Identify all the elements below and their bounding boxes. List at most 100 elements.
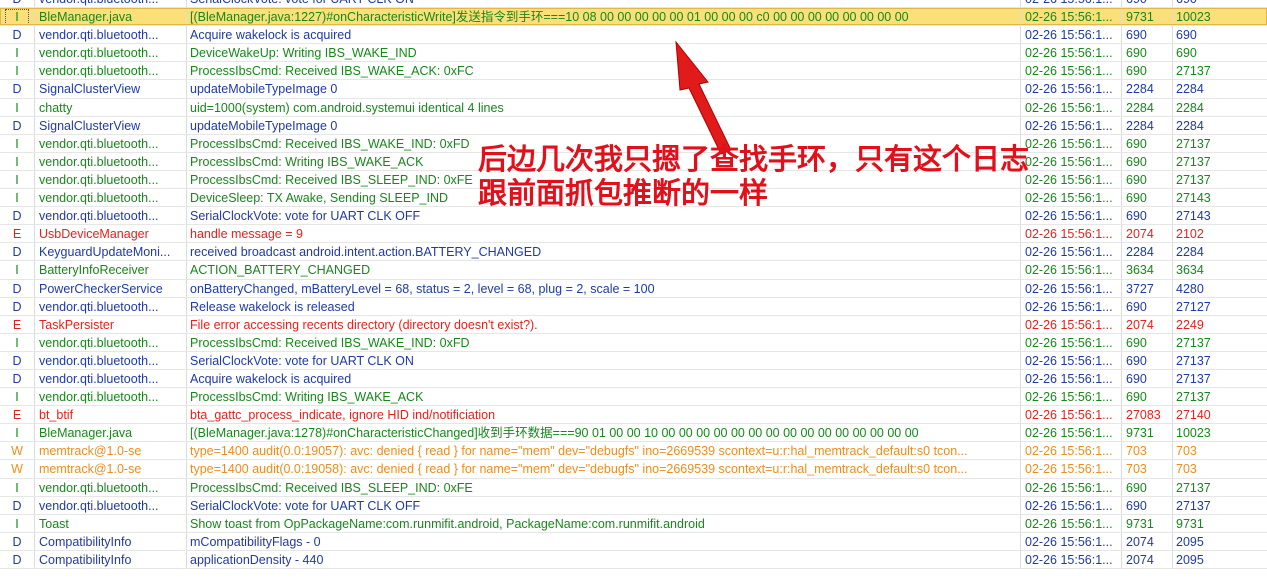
- tag-cell: CompatibilityInfo: [39, 534, 132, 549]
- pid-cell: 703: [1126, 462, 1147, 477]
- message-cell: bta_gattc_process_indicate, ignore HID i…: [190, 408, 496, 423]
- tid-cell: 27137: [1176, 172, 1211, 187]
- column-divider: [1172, 279, 1173, 297]
- log-row[interactable]: Ivendor.qti.bluetooth... ProcessIbsCmd: R…: [0, 333, 1267, 352]
- column-divider: [186, 514, 187, 532]
- column-divider: [1172, 134, 1173, 152]
- time-cell: 02-26 15:56:1...: [1025, 64, 1113, 79]
- log-row[interactable]: Dvendor.qti.bluetooth... SerialClockVote:…: [0, 351, 1267, 370]
- log-row[interactable]: D CompatibilityInfo applicationDensity - 4…: [0, 550, 1267, 569]
- log-row[interactable]: Dvendor.qti.bluetooth... SerialClockVote:…: [0, 0, 1267, 9]
- log-row[interactable]: I Toast Show toast from OpPackageName:com.…: [0, 514, 1267, 533]
- tid-cell: 27137: [1176, 64, 1211, 79]
- message-cell: updateMobileTypeImage 0: [190, 82, 338, 97]
- log-row[interactable]: E TaskPersister File error accessing recen…: [0, 315, 1267, 334]
- column-divider: [1121, 279, 1122, 297]
- log-row[interactable]: D PowerCheckerService onBatteryChanged, mB…: [0, 279, 1267, 298]
- level-cell: E: [12, 317, 22, 332]
- log-row[interactable]: Ebt_btif bta_gattc_process_indicate, igno…: [0, 406, 1267, 425]
- column-divider: [1020, 116, 1021, 134]
- tag-cell: vendor.qti.bluetooth...: [39, 390, 159, 405]
- column-divider: [34, 279, 35, 297]
- column-divider: [186, 442, 187, 460]
- column-divider: [34, 134, 35, 152]
- column-divider: [186, 152, 187, 170]
- level-cell: I: [15, 390, 19, 405]
- column-divider: [1172, 26, 1173, 44]
- level-cell: I: [15, 191, 19, 206]
- log-row[interactable]: Wmemtrack@1.0-se type=1400 audit(0.0:1905…: [0, 442, 1267, 461]
- log-row[interactable]: Ichatty uid=1000(system) com.android.syst…: [0, 98, 1267, 117]
- tid-cell: 2102: [1176, 227, 1204, 242]
- tid-cell: 703: [1176, 462, 1197, 477]
- column-divider: [1172, 388, 1173, 406]
- pid-cell: 690: [1126, 172, 1147, 187]
- log-row[interactable]: Wmemtrack@1.0-se type=1400 audit(0.0:1905…: [0, 460, 1267, 479]
- pid-cell: 2284: [1126, 245, 1154, 260]
- tid-cell: 27137: [1176, 136, 1211, 151]
- column-divider: [1121, 26, 1122, 44]
- tag-cell: SignalClusterView: [39, 82, 141, 97]
- tag-cell: vendor.qti.bluetooth...: [39, 136, 159, 151]
- column-divider: [34, 170, 35, 189]
- tid-cell: 27143: [1176, 209, 1211, 224]
- log-row[interactable]: D SignalClusterView updateMobileTypeImage …: [0, 80, 1267, 99]
- column-divider: [34, 532, 35, 550]
- log-row[interactable]: Ivendor.qti.bluetooth... DeviceWakeUp: Wr…: [0, 44, 1267, 63]
- log-row[interactable]: I BleManager.java [(BleManager.java:1278)#…: [0, 424, 1267, 443]
- column-divider: [1121, 478, 1122, 496]
- column-divider: [1020, 460, 1021, 478]
- pid-cell: 3727: [1126, 281, 1154, 296]
- column-divider: [186, 243, 187, 261]
- column-divider: [1172, 261, 1173, 279]
- log-row[interactable]: Dvendor.qti.bluetooth... Release wakelock…: [0, 297, 1267, 316]
- log-row[interactable]: I BatteryInfoReceiver ACTION_BATTERY_CHANG…: [0, 261, 1267, 280]
- level-cell: W: [11, 444, 23, 459]
- pid-cell: 690: [1126, 480, 1147, 495]
- column-divider: [1020, 532, 1021, 550]
- time-cell: 02-26 15:56:1...: [1025, 444, 1113, 459]
- level-cell: I: [15, 335, 19, 350]
- column-divider: [186, 0, 187, 8]
- log-row[interactable]: Dvendor.qti.bluetooth... Acquire wakelock…: [0, 369, 1267, 389]
- column-divider: [186, 8, 187, 26]
- log-row[interactable]: D CompatibilityInfo mCompatibilityFlags - …: [0, 532, 1267, 551]
- log-row[interactable]: D SignalClusterView updateMobileTypeImage …: [0, 116, 1267, 135]
- column-divider: [34, 478, 35, 496]
- log-row[interactable]: D KeyguardUpdateMoni... received broadcast…: [0, 243, 1267, 262]
- column-divider: [1172, 170, 1173, 189]
- message-cell: ProcessIbsCmd: Received IBS_SLEEP_IND: 0…: [190, 480, 473, 495]
- column-divider: [34, 80, 35, 98]
- column-divider: [1020, 514, 1021, 532]
- column-divider: [1020, 496, 1021, 514]
- pid-cell: 2284: [1126, 82, 1154, 97]
- log-row[interactable]: Ivendor.qti.bluetooth... ProcessIbsCmd: W…: [0, 388, 1267, 407]
- log-row[interactable]: Dvendor.qti.bluetooth... Acquire wakelock…: [0, 26, 1267, 45]
- time-cell: 02-26 15:56:1...: [1025, 227, 1113, 242]
- tid-cell: 27137: [1176, 154, 1211, 169]
- column-divider: [1020, 243, 1021, 261]
- log-row[interactable]: Dvendor.qti.bluetooth... SerialClockVote:…: [0, 496, 1267, 515]
- log-row[interactable]: E UsbDeviceManager handle message = 9 02-26…: [0, 225, 1267, 244]
- column-divider: [1121, 333, 1122, 351]
- level-cell: E: [12, 227, 22, 242]
- time-cell: 02-26 15:56:1...: [1025, 299, 1113, 314]
- column-divider: [186, 62, 187, 80]
- message-cell: handle message = 9: [190, 227, 303, 242]
- tag-cell: vendor.qti.bluetooth...: [39, 191, 159, 206]
- annotation-line-1: 后边几次我只摁了查找手环，只有这个日志: [478, 142, 1030, 176]
- column-divider: [1121, 8, 1122, 26]
- pid-cell: 2074: [1126, 317, 1154, 332]
- pid-cell: 690: [1126, 64, 1147, 79]
- log-row[interactable]: I BleManager.java [(BleManager.java:1227)#…: [0, 8, 1267, 27]
- column-divider: [186, 261, 187, 279]
- time-cell: 02-26 15:56:1...: [1025, 209, 1113, 224]
- log-row[interactable]: Ivendor.qti.bluetooth... ProcessIbsCmd: R…: [0, 62, 1267, 81]
- level-cell: I: [15, 480, 19, 495]
- log-row[interactable]: Ivendor.qti.bluetooth... ProcessIbsCmd: R…: [0, 478, 1267, 497]
- column-divider: [1172, 351, 1173, 369]
- column-divider: [1172, 550, 1173, 568]
- tag-cell: vendor.qti.bluetooth...: [39, 209, 159, 224]
- tid-cell: 27140: [1176, 408, 1211, 423]
- tid-cell: 27137: [1176, 371, 1211, 386]
